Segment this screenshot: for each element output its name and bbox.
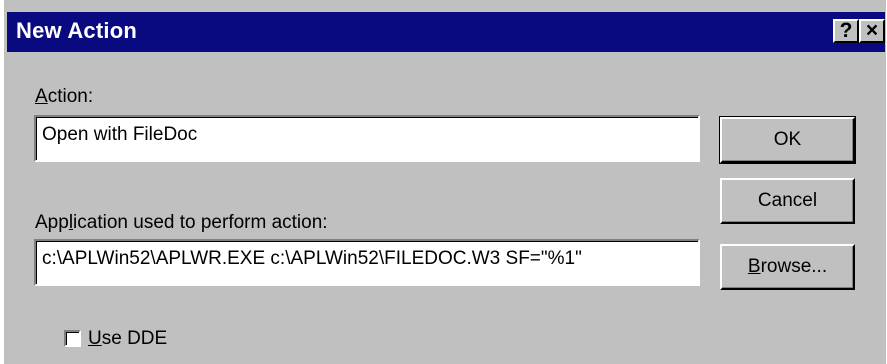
ok-button[interactable]: OK	[719, 116, 856, 164]
title-bar[interactable]: New Action ? ×	[7, 12, 885, 52]
use-dde-label[interactable]: Use DDE	[88, 328, 167, 350]
close-icon[interactable]: ×	[859, 19, 885, 43]
use-dde-checkbox[interactable]	[64, 330, 81, 347]
browse-button[interactable]: Browse...	[720, 244, 855, 290]
action-label: Action:	[35, 86, 94, 107]
cancel-button[interactable]: Cancel	[720, 178, 855, 224]
application-input[interactable]: c:\APLWin52\APLWR.EXE c:\APLWin52\FILEDO…	[34, 239, 700, 286]
new-action-dialog: New Action ? × Action: Open with FileDoc…	[2, 0, 886, 364]
window-title: New Action	[16, 18, 137, 43]
application-label: Application used to perform action:	[35, 212, 328, 233]
action-input[interactable]: Open with FileDoc	[34, 115, 700, 162]
help-icon[interactable]: ?	[833, 19, 859, 43]
